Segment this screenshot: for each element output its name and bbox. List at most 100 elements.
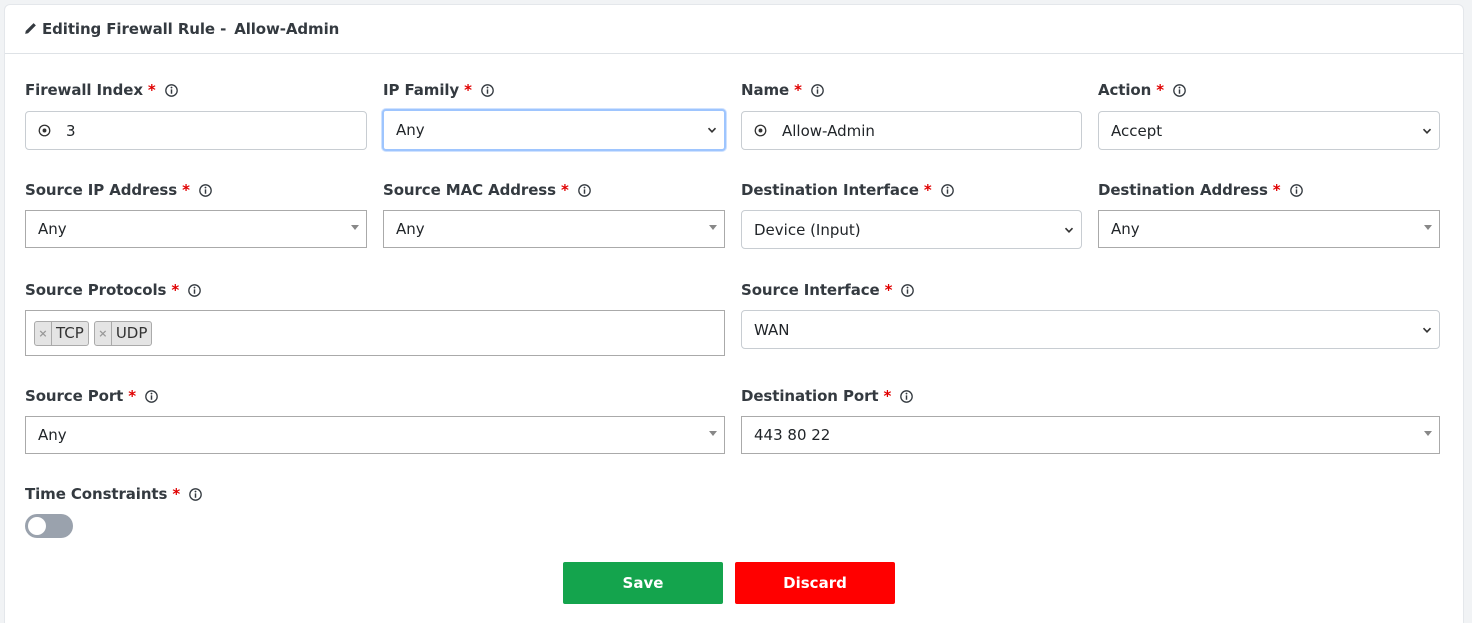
- destination-interface-label: Destination Interface *: [741, 180, 954, 200]
- destination-interface-field: Destination Interface * Device (Input): [741, 180, 1083, 250]
- info-icon[interactable]: [900, 389, 914, 403]
- destination-address-label-text: Destination Address: [1098, 181, 1268, 199]
- destination-port-field: Destination Port * 443 80 22: [741, 386, 1440, 456]
- info-icon[interactable]: [811, 83, 824, 97]
- protocol-tag-label: UDP: [115, 324, 148, 342]
- remove-tag-button[interactable]: ×: [95, 321, 112, 345]
- firewall-index-label-text: Firewall Index: [25, 81, 143, 99]
- caret-down-icon: [1424, 225, 1432, 230]
- source-protocols-label: Source Protocols *: [25, 280, 201, 300]
- save-button[interactable]: Save: [563, 562, 723, 604]
- required-marker: *: [147, 81, 156, 99]
- destination-address-value: Any: [1111, 220, 1140, 238]
- chevron-down-icon: [707, 127, 717, 133]
- name-field: Name * Allow-Admin: [741, 80, 1083, 155]
- protocol-tag-tcp: × TCP: [34, 320, 89, 346]
- source-mac-field: Source MAC Address * Any: [383, 180, 725, 250]
- required-marker: *: [464, 81, 472, 99]
- remove-tag-button[interactable]: ×: [35, 321, 52, 345]
- destination-port-select[interactable]: 443 80 22: [741, 416, 1440, 454]
- ip-family-value: Any: [396, 121, 425, 139]
- toggle-knob: [28, 517, 46, 535]
- info-icon[interactable]: [940, 183, 954, 197]
- firewall-index-input[interactable]: 3: [25, 111, 367, 150]
- destination-interface-label-text: Destination Interface: [741, 181, 919, 199]
- pencil-icon: [25, 23, 36, 34]
- time-constraints-label: Time Constraints *: [25, 484, 202, 504]
- source-interface-label: Source Interface *: [741, 280, 915, 300]
- required-marker: *: [182, 181, 190, 199]
- required-marker: *: [794, 81, 802, 99]
- ip-family-label-text: IP Family: [383, 81, 460, 99]
- info-icon[interactable]: [1173, 83, 1186, 97]
- ip-family-label: IP Family *: [383, 80, 494, 100]
- source-interface-label-text: Source Interface: [741, 281, 880, 299]
- source-port-field: Source Port * Any: [25, 386, 725, 456]
- target-icon: [38, 124, 51, 137]
- info-icon[interactable]: [189, 487, 202, 501]
- page-title-rule-name: Allow-Admin: [234, 20, 340, 38]
- action-field: Action * Accept: [1098, 80, 1440, 155]
- required-marker: *: [1272, 181, 1281, 199]
- source-ip-select[interactable]: Any: [25, 210, 367, 248]
- info-icon[interactable]: [188, 283, 201, 297]
- page-title: Editing Firewall Rule - Allow-Admin: [42, 20, 339, 38]
- destination-address-field: Destination Address * Any: [1098, 180, 1440, 250]
- firewall-index-field: Firewall Index * 3: [25, 80, 367, 155]
- target-icon: [754, 124, 767, 137]
- destination-interface-value: Device (Input): [754, 220, 861, 239]
- source-ip-label-text: Source IP Address: [25, 181, 178, 199]
- source-mac-value: Any: [396, 220, 425, 238]
- card-header: Editing Firewall Rule - Allow-Admin: [5, 5, 1463, 54]
- required-marker: *: [171, 281, 180, 299]
- name-label: Name *: [741, 80, 824, 100]
- source-port-label: Source Port *: [25, 386, 158, 406]
- protocol-tag-label: TCP: [56, 324, 84, 342]
- destination-port-label-text: Destination Port: [741, 387, 879, 405]
- time-constraints-toggle[interactable]: [25, 514, 73, 538]
- source-interface-select[interactable]: WAN: [741, 310, 1440, 349]
- info-icon[interactable]: [199, 183, 212, 197]
- time-constraints-field: Time Constraints *: [25, 484, 367, 540]
- destination-address-select[interactable]: Any: [1098, 210, 1440, 248]
- name-value: Allow-Admin: [782, 121, 875, 140]
- info-icon[interactable]: [577, 183, 591, 197]
- info-icon[interactable]: [901, 283, 915, 297]
- action-value: Accept: [1111, 121, 1163, 140]
- source-interface-value: WAN: [754, 320, 790, 339]
- ip-family-select[interactable]: Any: [382, 109, 726, 151]
- action-label: Action *: [1098, 80, 1186, 100]
- info-icon[interactable]: [1289, 183, 1303, 197]
- source-port-value: Any: [38, 426, 67, 444]
- destination-address-label: Destination Address *: [1098, 180, 1303, 200]
- discard-button[interactable]: Discard: [735, 562, 895, 604]
- caret-down-icon: [351, 225, 359, 230]
- source-port-select[interactable]: Any: [25, 416, 725, 454]
- source-mac-label: Source MAC Address *: [383, 180, 591, 200]
- info-icon[interactable]: [145, 389, 158, 403]
- caret-down-icon: [1424, 431, 1432, 436]
- info-icon[interactable]: [480, 83, 494, 97]
- protocol-tag-udp: × UDP: [93, 320, 153, 346]
- ip-family-field: IP Family * Any: [382, 80, 726, 155]
- caret-down-icon: [709, 431, 717, 436]
- source-protocols-multiselect[interactable]: × TCP × UDP: [25, 310, 725, 356]
- caret-down-icon: [709, 225, 717, 230]
- action-label-text: Action: [1098, 81, 1152, 99]
- required-marker: *: [560, 181, 569, 199]
- firewall-index-label: Firewall Index *: [25, 80, 178, 100]
- source-port-label-text: Source Port: [25, 387, 124, 405]
- info-icon[interactable]: [164, 83, 178, 97]
- destination-port-value: 443 80 22: [754, 426, 831, 444]
- destination-interface-select[interactable]: Device (Input): [741, 210, 1082, 249]
- source-mac-label-text: Source MAC Address: [383, 181, 556, 199]
- chevron-down-icon: [1422, 128, 1432, 134]
- name-input[interactable]: Allow-Admin: [741, 111, 1082, 150]
- destination-port-label: Destination Port *: [741, 386, 914, 406]
- source-protocols-label-text: Source Protocols: [25, 281, 167, 299]
- required-marker: *: [1156, 81, 1164, 99]
- source-mac-select[interactable]: Any: [383, 210, 725, 248]
- action-select[interactable]: Accept: [1098, 111, 1440, 150]
- source-ip-value: Any: [38, 220, 67, 238]
- required-marker: *: [883, 387, 892, 405]
